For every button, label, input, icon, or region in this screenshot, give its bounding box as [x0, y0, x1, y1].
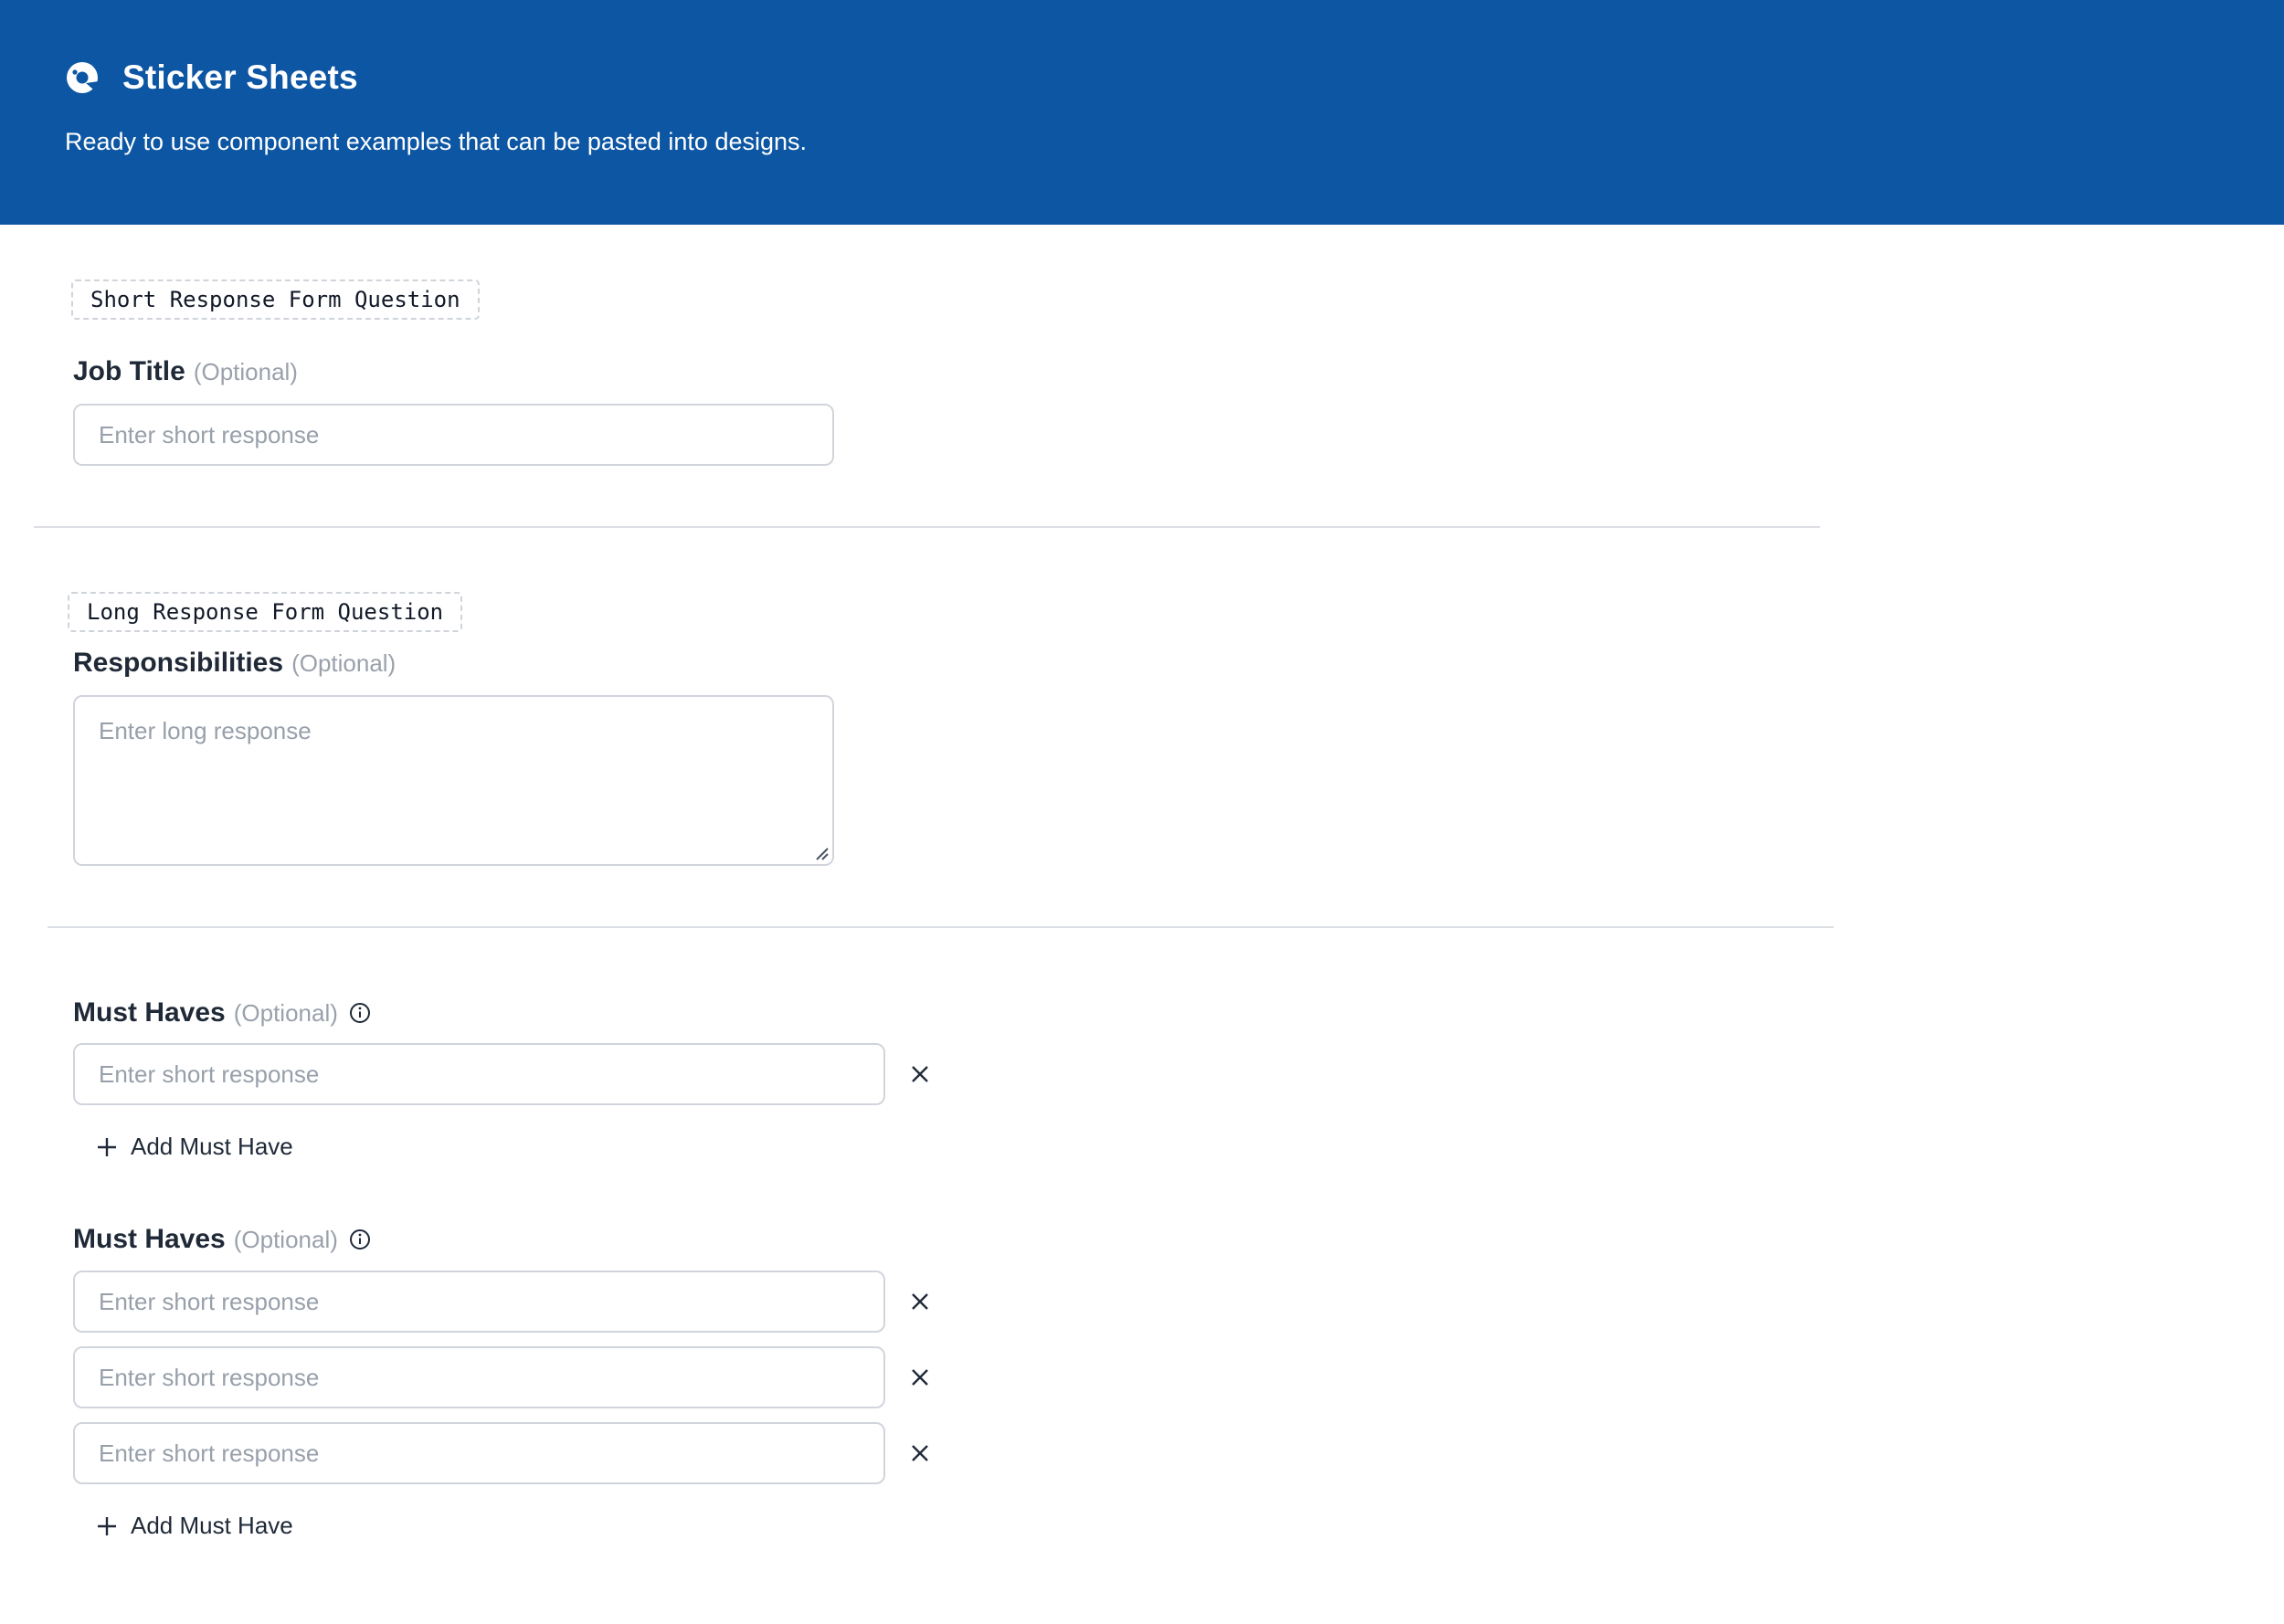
page-header: Sticker Sheets Ready to use component ex…: [0, 0, 2284, 225]
close-icon: [912, 1445, 928, 1461]
close-icon: [912, 1369, 928, 1386]
field-label-job-title: Job Title (Optional): [73, 356, 298, 387]
info-icon[interactable]: [349, 1229, 371, 1250]
field-label-responsibilities: Responsibilities (Optional): [73, 648, 396, 679]
input-placeholder: Enter short response: [99, 1439, 320, 1467]
close-icon: [912, 1293, 928, 1310]
plus-icon: [98, 1137, 116, 1156]
palette-icon: [67, 62, 99, 94]
must-have-input[interactable]: Enter short response: [73, 1346, 885, 1408]
info-icon[interactable]: [349, 1002, 371, 1024]
add-must-have-label: Add Must Have: [131, 1133, 293, 1160]
add-must-have-button[interactable]: Add Must Have: [96, 1133, 293, 1161]
must-have-input[interactable]: Enter short response: [73, 1271, 885, 1333]
optional-hint: (Optional): [233, 1226, 338, 1253]
page-subtitle: Ready to use component examples that can…: [65, 128, 808, 155]
section-divider: [48, 926, 1834, 928]
must-have-input[interactable]: Enter short response: [73, 1043, 885, 1105]
optional-hint: (Optional): [193, 358, 298, 385]
plus-icon: [98, 1516, 116, 1535]
remove-must-have-button[interactable]: [906, 1060, 934, 1088]
page-title: Sticker Sheets: [122, 58, 358, 96]
add-must-have-label: Add Must Have: [131, 1512, 293, 1539]
job-title-input[interactable]: Enter short response: [73, 404, 834, 466]
field-label-must-haves: Must Haves (Optional): [73, 997, 371, 1028]
remove-must-have-button[interactable]: [906, 1364, 934, 1391]
must-have-input[interactable]: Enter short response: [73, 1422, 885, 1484]
add-must-have-button[interactable]: Add Must Have: [96, 1512, 293, 1540]
label-text: Must Haves: [73, 1224, 226, 1254]
brand: Sticker Sheets: [64, 58, 358, 97]
optional-hint: (Optional): [233, 999, 338, 1027]
optional-hint: (Optional): [291, 649, 397, 677]
textarea-placeholder: Enter long response: [99, 717, 312, 744]
responsibilities-textarea[interactable]: Enter long response: [73, 695, 834, 866]
close-icon: [912, 1066, 928, 1082]
input-placeholder: Enter short response: [99, 1363, 320, 1391]
remove-must-have-button[interactable]: [906, 1288, 934, 1315]
label-text: Responsibilities: [73, 648, 284, 678]
input-placeholder: Enter short response: [99, 420, 320, 448]
label-text: Must Haves: [73, 997, 226, 1028]
remove-must-have-button[interactable]: [906, 1439, 934, 1467]
section-tag-long-response: Long Response Form Question: [68, 592, 463, 632]
section-divider: [34, 526, 1820, 528]
section-tag-short-response: Short Response Form Question: [71, 279, 480, 320]
field-label-must-haves: Must Haves (Optional): [73, 1224, 371, 1255]
input-placeholder: Enter short response: [99, 1060, 320, 1088]
label-text: Job Title: [73, 356, 185, 386]
input-placeholder: Enter short response: [99, 1287, 320, 1315]
resize-handle-icon[interactable]: [814, 846, 829, 860]
